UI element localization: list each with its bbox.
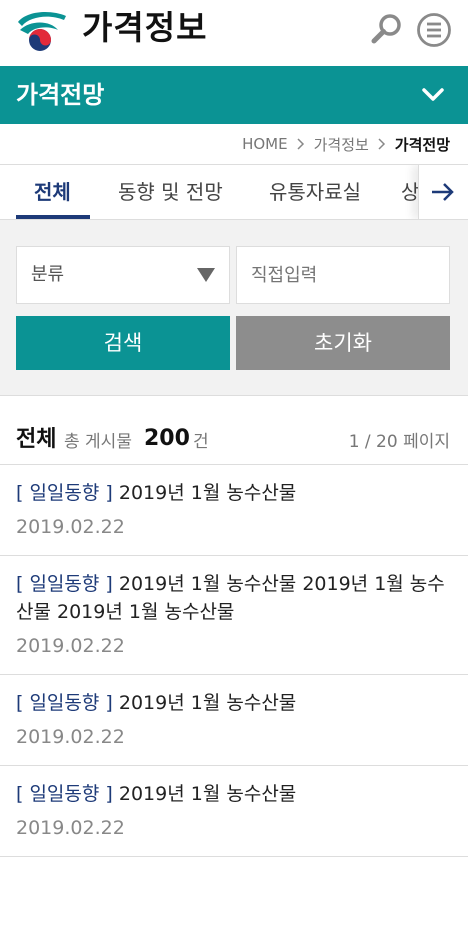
- tab-all[interactable]: 전체: [34, 165, 71, 219]
- tab-more[interactable]: 상: [401, 165, 419, 219]
- tab-scroll-next-button[interactable]: [418, 165, 468, 219]
- list-header: 전체 총 게시물 200 건 1 / 20 페이지: [0, 416, 468, 464]
- post-date: 2019.02.22: [16, 817, 125, 839]
- post-category: [ 일일동향 ]: [16, 692, 113, 714]
- post-title-line: [ 일일동향 ] 2019년 1월 농수산물: [16, 689, 450, 717]
- app-header: 가격정보: [0, 0, 468, 66]
- section-title: 가격전망: [16, 81, 105, 109]
- government-logo-icon[interactable]: [14, 10, 70, 52]
- tab-bar: 전체 동향 및 전망 유통자료실 상: [0, 164, 468, 220]
- post-date: 2019.02.22: [16, 516, 125, 538]
- search-icon[interactable]: [370, 12, 404, 46]
- list-item[interactable]: [ 일일동향 ] 2019년 1월 농수산물 2019년 1월 농수산물 201…: [0, 556, 468, 675]
- brand-title[interactable]: 가격정보: [82, 8, 207, 48]
- total-label: 총 게시물: [64, 432, 132, 452]
- post-title-line: [ 일일동향 ] 2019년 1월 농수산물 2019년 1월 농수산물 201…: [16, 570, 450, 626]
- post-date: 2019.02.22: [16, 726, 125, 748]
- list-item[interactable]: [ 일일동향 ] 2019년 1월 농수산물 2019.02.22: [0, 675, 468, 766]
- category-select-label: 분류: [31, 264, 65, 285]
- category-select[interactable]: 분류: [16, 246, 230, 304]
- post-category: [ 일일동향 ]: [16, 573, 113, 595]
- chevron-right-icon: [297, 138, 304, 150]
- list-item[interactable]: [ 일일동향 ] 2019년 1월 농수산물 2019.02.22: [0, 465, 468, 556]
- active-tab-indicator: [16, 215, 90, 219]
- section-bar[interactable]: 가격전망: [0, 66, 468, 124]
- post-title: 2019년 1월 농수산물: [118, 692, 297, 714]
- post-category: [ 일일동향 ]: [16, 482, 113, 504]
- chevron-down-icon[interactable]: [418, 80, 448, 110]
- search-panel: 분류 검색 초기화: [0, 220, 468, 396]
- search-input[interactable]: [236, 246, 450, 304]
- arrow-right-icon: [432, 183, 454, 201]
- pagination-info: 1 / 20 페이지: [348, 432, 450, 452]
- post-title: 2019년 1월 농수산물: [118, 783, 297, 805]
- breadcrumb-price-info[interactable]: 가격정보: [314, 134, 369, 155]
- menu-icon[interactable]: [416, 12, 452, 48]
- post-title-line: [ 일일동향 ] 2019년 1월 농수산물: [16, 780, 450, 808]
- post-list: [ 일일동향 ] 2019년 1월 농수산물 2019.02.22 [ 일일동향…: [0, 464, 468, 857]
- tab-distribution-archive[interactable]: 유통자료실: [269, 165, 361, 219]
- breadcrumb: HOME 가격정보 가격전망: [242, 128, 450, 160]
- post-date: 2019.02.22: [16, 635, 125, 657]
- search-button[interactable]: 검색: [16, 316, 230, 370]
- total-unit: 건: [193, 432, 209, 452]
- post-title: 2019년 1월 농수산물: [118, 482, 297, 504]
- tab-trends-outlook[interactable]: 동향 및 전망: [118, 165, 223, 219]
- post-title-line: [ 일일동향 ] 2019년 1월 농수산물: [16, 479, 450, 507]
- breadcrumb-home[interactable]: HOME: [242, 135, 288, 153]
- post-category: [ 일일동향 ]: [16, 783, 113, 805]
- list-item[interactable]: [ 일일동향 ] 2019년 1월 농수산물 2019.02.22: [0, 766, 468, 857]
- reset-button[interactable]: 초기화: [236, 316, 450, 370]
- chevron-right-icon: [378, 138, 385, 150]
- list-title: 전체: [16, 427, 57, 452]
- total-count: 200: [144, 426, 190, 451]
- breadcrumb-current: 가격전망: [394, 135, 450, 154]
- caret-down-icon: [197, 268, 215, 282]
